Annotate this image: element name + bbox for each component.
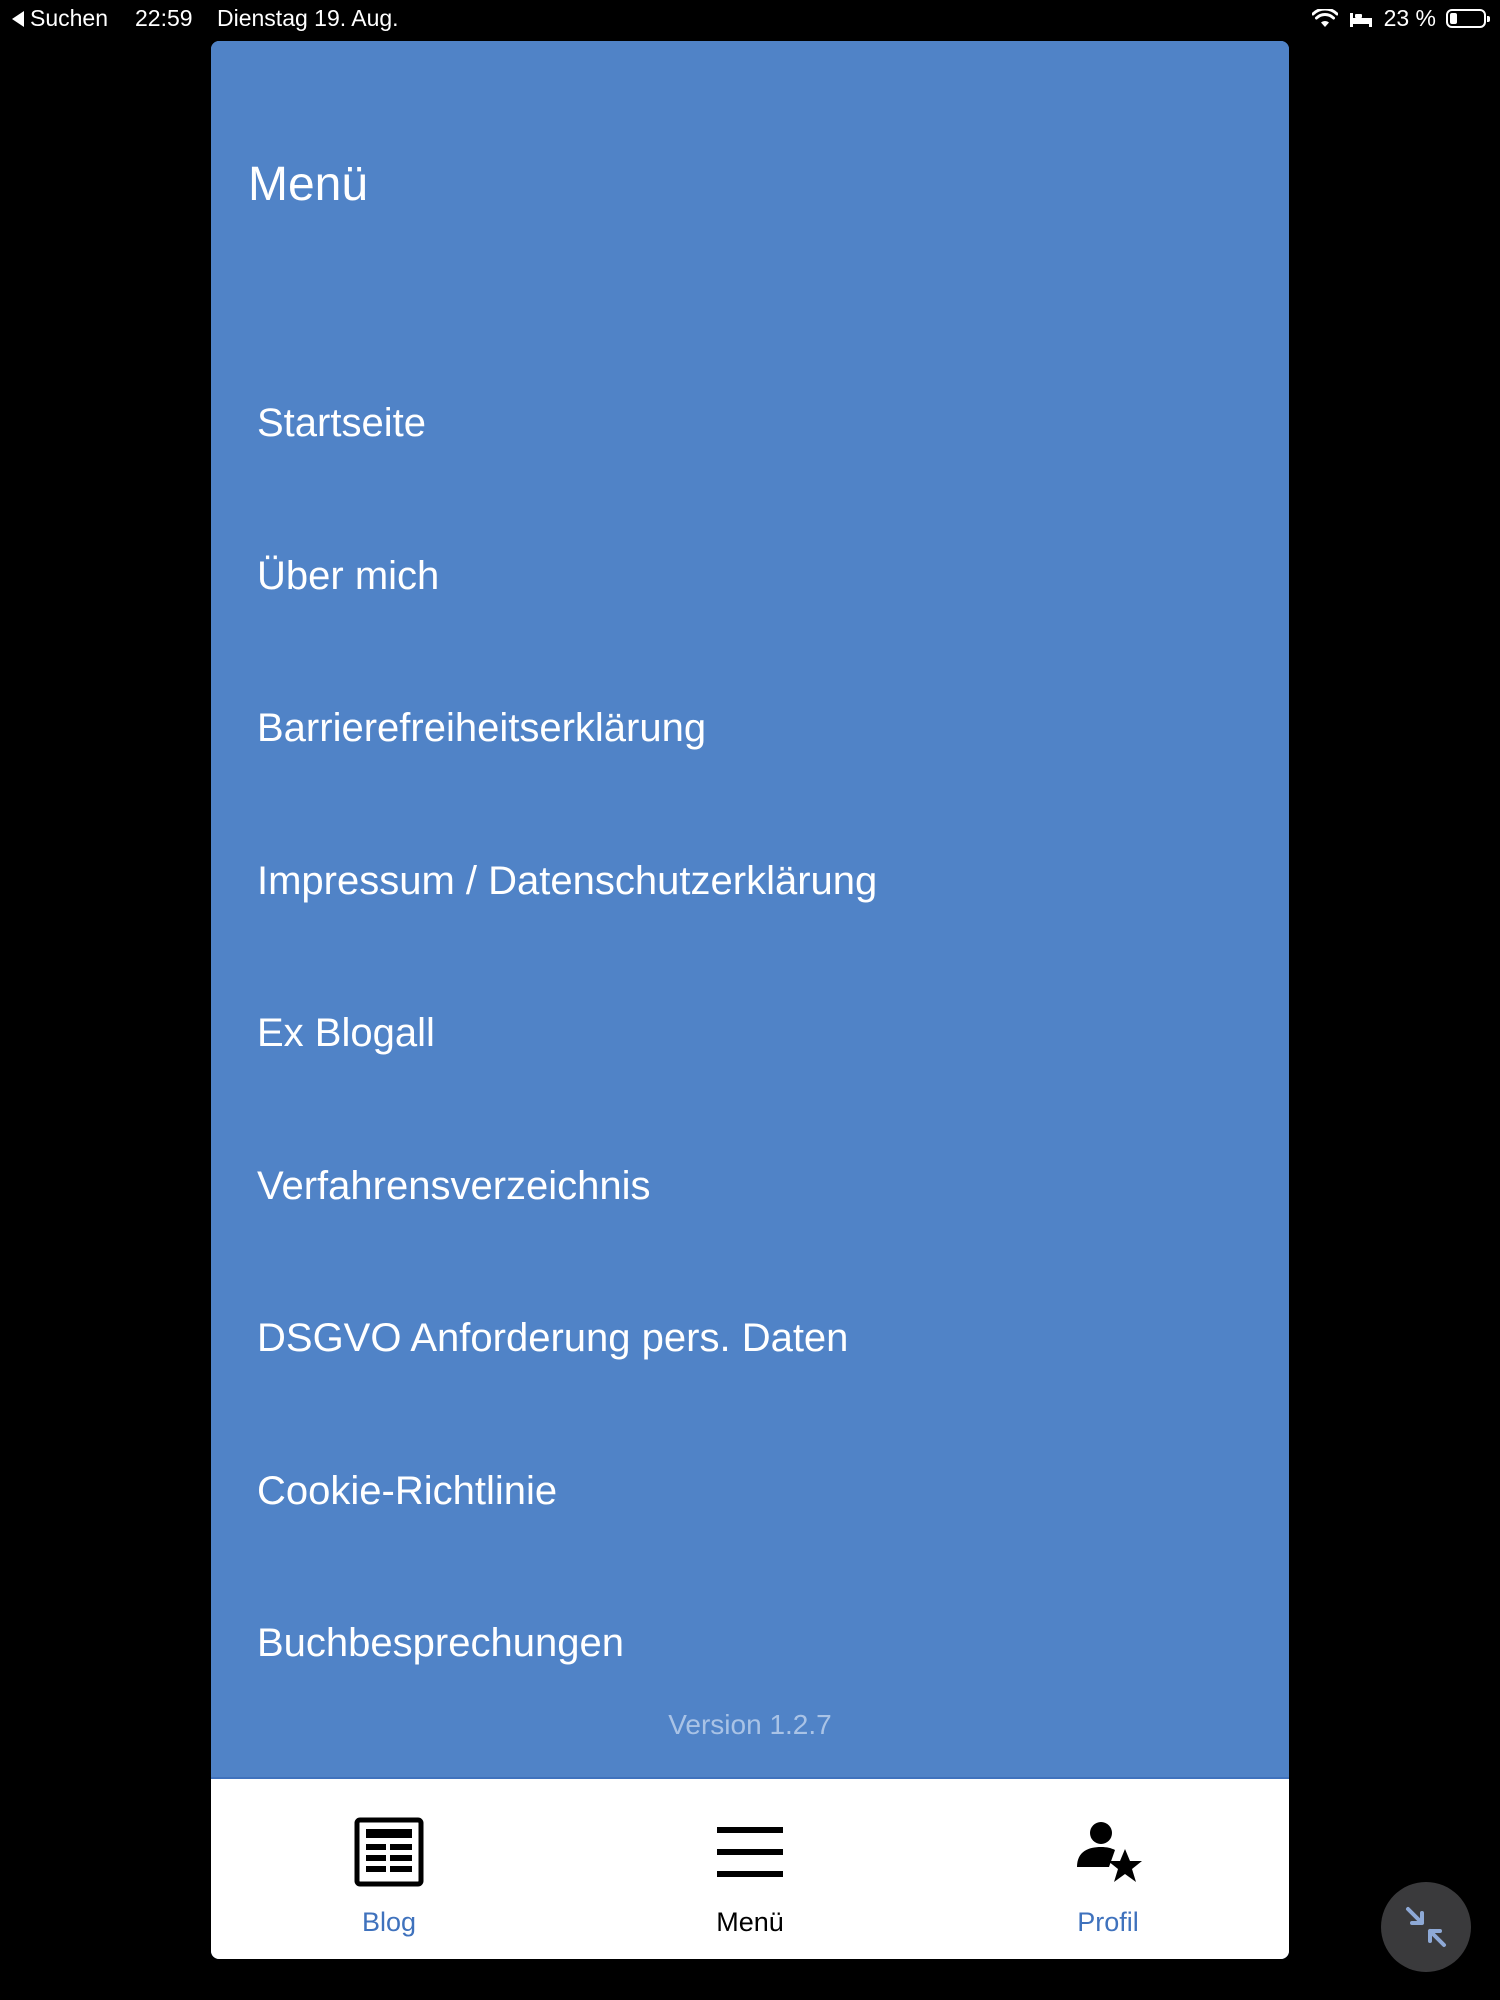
newspaper-icon xyxy=(354,1817,424,1887)
menu-panel: Menü Startseite Über mich Barrierefreihe… xyxy=(211,41,1289,1777)
wifi-icon xyxy=(1311,8,1338,27)
user-star-icon xyxy=(1077,1822,1142,1882)
battery-percent: 23 % xyxy=(1383,5,1436,31)
sleep-bed-icon xyxy=(1349,12,1372,27)
minimize-arrows-icon xyxy=(1406,1907,1446,1947)
status-indicators: 23 % xyxy=(1311,5,1490,32)
tab-menu[interactable]: Menü xyxy=(650,1779,850,1959)
menu-item-impressum-datenschutz[interactable]: Impressum / Datenschutzerklärung xyxy=(211,809,1289,962)
bottom-tab-bar: Blog Menü Profil xyxy=(211,1777,1289,1959)
menu-item-ex-blogall[interactable]: Ex Blogall xyxy=(211,961,1289,1114)
back-to-search-link[interactable]: Suchen xyxy=(12,5,108,32)
minimize-button[interactable] xyxy=(1381,1882,1471,1972)
app-version: Version 1.2.7 xyxy=(668,1709,832,1740)
back-label: Suchen xyxy=(30,5,109,31)
tab-profil[interactable]: Profil xyxy=(1008,1779,1208,1959)
menu-list: Startseite Über mich Barrierefreiheitser… xyxy=(211,351,1289,1724)
battery-level-fill xyxy=(1450,13,1458,24)
status-time: 22:59 xyxy=(135,5,193,31)
status-bar: Suchen 22:59 Dienstag 19. Aug. 23 % xyxy=(0,0,1500,38)
menu-item-startseite[interactable]: Startseite xyxy=(211,351,1289,504)
menu-item-buchbesprechungen[interactable]: Buchbesprechungen xyxy=(211,1571,1289,1724)
tab-profil-label: Profil xyxy=(1077,1907,1139,1937)
status-date: Dienstag 19. Aug. xyxy=(217,5,399,31)
tab-blog-label: Blog xyxy=(361,1907,417,1937)
battery-icon xyxy=(1446,9,1490,28)
tab-menu-label: Menü xyxy=(716,1907,784,1937)
tab-blog[interactable]: Blog xyxy=(289,1779,489,1959)
menu-item-barrierefreiheitserklaerung[interactable]: Barrierefreiheitserklärung xyxy=(211,656,1289,809)
app-window: Menü Startseite Über mich Barrierefreihe… xyxy=(211,41,1289,1959)
hamburger-menu-icon xyxy=(717,1827,783,1877)
menu-item-dsgvo-anforderung[interactable]: DSGVO Anforderung pers. Daten xyxy=(211,1266,1289,1419)
menu-title: Menü xyxy=(248,158,369,211)
menu-item-verfahrensverzeichnis[interactable]: Verfahrensverzeichnis xyxy=(211,1114,1289,1267)
menu-item-ueber-mich[interactable]: Über mich xyxy=(211,504,1289,657)
menu-item-cookie-richtlinie[interactable]: Cookie-Richtlinie xyxy=(211,1419,1289,1572)
back-triangle-icon xyxy=(12,10,24,27)
